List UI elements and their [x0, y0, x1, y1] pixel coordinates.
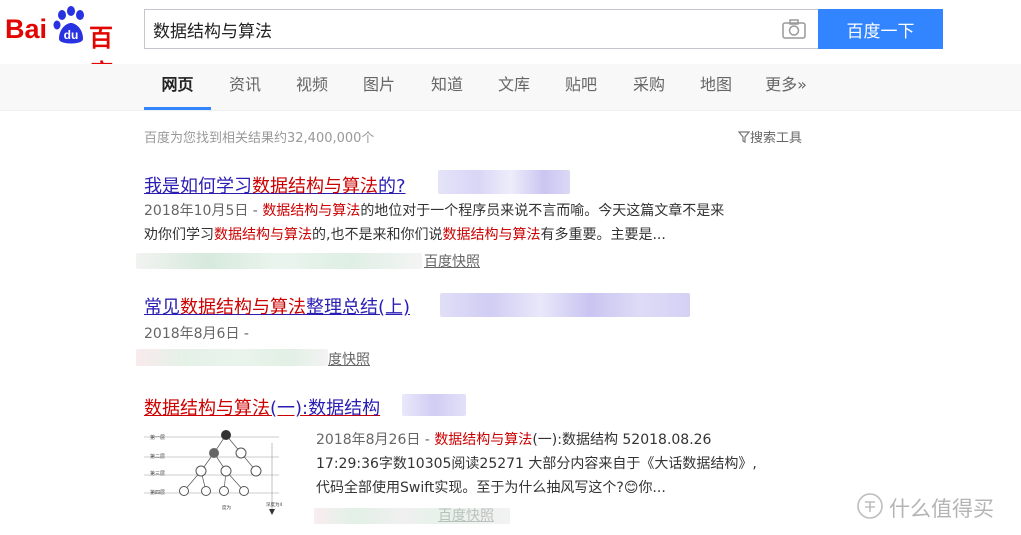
- cache-link-2[interactable]: 度快照: [328, 349, 370, 369]
- blurred-url: [136, 349, 328, 366]
- header: Bai du 百度 百度一下: [0, 0, 1021, 87]
- tab-purchase[interactable]: 采购: [625, 64, 673, 108]
- tab-video[interactable]: 视频: [288, 64, 336, 108]
- baidu-logo[interactable]: Bai du 百度: [5, 6, 135, 87]
- search-input[interactable]: [153, 10, 763, 48]
- level-label: 第三层: [150, 470, 165, 477]
- cache-link-1[interactable]: 百度快照: [424, 251, 480, 271]
- result-title-3[interactable]: 数据结构与算法(一):数据结构: [144, 394, 380, 420]
- cache-link-3[interactable]: 百度快照: [438, 505, 494, 525]
- paw-icon: du: [53, 6, 84, 44]
- filter-icon: [737, 131, 751, 143]
- level-label: 第一层: [150, 434, 165, 441]
- tab-tieba[interactable]: 贴吧: [557, 64, 605, 108]
- depth-label: 深度为4: [266, 501, 282, 508]
- tab-web[interactable]: 网页: [144, 64, 211, 110]
- level-label: 第四层: [150, 489, 165, 496]
- camera-icon[interactable]: [782, 19, 806, 39]
- result-title-1[interactable]: 我是如何学习数据结构与算法的?: [144, 172, 406, 198]
- blurred-source: [440, 293, 690, 317]
- tab-news[interactable]: 资讯: [221, 64, 269, 108]
- result-title-2[interactable]: 常见数据结构与算法整理总结(上): [144, 293, 410, 319]
- tree-diagram-thumbnail[interactable]: 第一层 第二层 第三层 第四层 深度为4 度为: [144, 423, 300, 523]
- search-box: [144, 9, 818, 49]
- level-label: 第二层: [150, 453, 165, 460]
- watermark-text: 什么值得买: [889, 497, 994, 521]
- tab-bar: 网页 资讯 视频 图片 知道 文库 贴吧 采购 地图 更多»: [0, 64, 1021, 111]
- logo-text-bai: Bai: [5, 14, 48, 44]
- degree-label: 度为: [222, 504, 231, 511]
- result-abstract-3: 2018年8月26日 - 数据结构与算法(一):数据结构 52018.08.26…: [316, 432, 757, 496]
- zhidemai-logo-icon: [857, 493, 883, 519]
- tab-zhidao[interactable]: 知道: [423, 64, 471, 108]
- logo-du-text: du: [64, 28, 79, 42]
- result-abstract-2: 2018年8月6日 -: [144, 326, 249, 342]
- blurred-source: [438, 170, 570, 194]
- result-count: 百度为您找到相关结果约32,400,000个: [144, 131, 375, 146]
- smile-emoji: 😊: [623, 480, 639, 496]
- search-tools-label: 搜索工具: [750, 131, 803, 146]
- blurred-url: [136, 253, 422, 269]
- tab-more[interactable]: 更多»: [758, 64, 814, 108]
- result-abstract-1: 2018年10月5日 - 数据结构与算法的地位对于一个程序员来说不言而喻。今天这…: [144, 203, 725, 243]
- search-button[interactable]: 百度一下: [818, 9, 943, 49]
- search-tools[interactable]: 搜索工具: [737, 127, 803, 146]
- tab-wenku[interactable]: 文库: [490, 64, 538, 108]
- tab-images[interactable]: 图片: [355, 64, 403, 108]
- tab-map[interactable]: 地图: [692, 64, 740, 108]
- blurred-source: [402, 394, 466, 416]
